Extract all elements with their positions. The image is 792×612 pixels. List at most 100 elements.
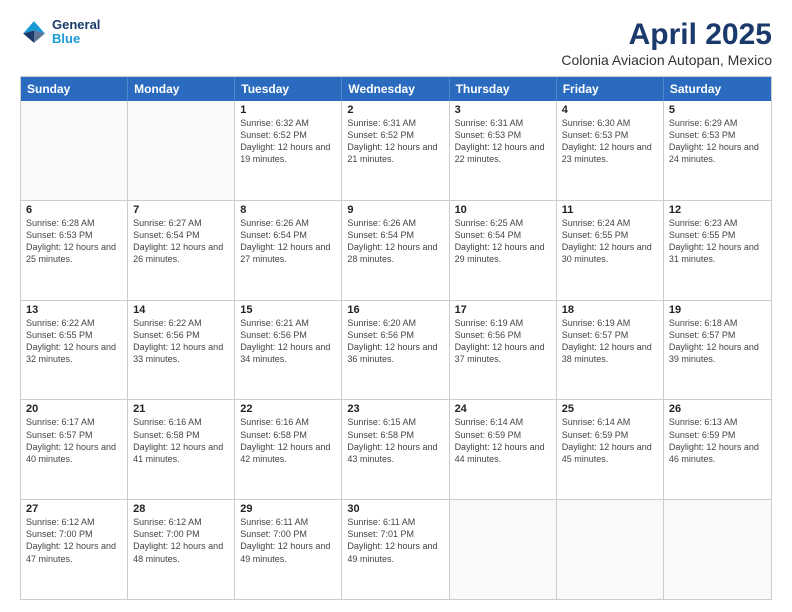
calendar-row: 1Sunrise: 6:32 AM Sunset: 6:52 PM Daylig… xyxy=(21,101,771,201)
day-number: 15 xyxy=(240,304,336,316)
calendar-cell: 8Sunrise: 6:26 AM Sunset: 6:54 PM Daylig… xyxy=(235,201,342,300)
day-info: Sunrise: 6:29 AM Sunset: 6:53 PM Dayligh… xyxy=(669,117,766,166)
day-info: Sunrise: 6:18 AM Sunset: 6:57 PM Dayligh… xyxy=(669,317,766,366)
logo-icon xyxy=(20,18,48,46)
day-number: 22 xyxy=(240,403,336,415)
calendar-cell: 19Sunrise: 6:18 AM Sunset: 6:57 PM Dayli… xyxy=(664,301,771,400)
title-block: April 2025 Colonia Aviacion Autopan, Mex… xyxy=(561,18,772,68)
day-info: Sunrise: 6:19 AM Sunset: 6:56 PM Dayligh… xyxy=(455,317,551,366)
calendar-cell: 30Sunrise: 6:11 AM Sunset: 7:01 PM Dayli… xyxy=(342,500,449,599)
calendar-cell xyxy=(557,500,664,599)
day-info: Sunrise: 6:22 AM Sunset: 6:55 PM Dayligh… xyxy=(26,317,122,366)
calendar-cell: 7Sunrise: 6:27 AM Sunset: 6:54 PM Daylig… xyxy=(128,201,235,300)
calendar-row: 20Sunrise: 6:17 AM Sunset: 6:57 PM Dayli… xyxy=(21,400,771,500)
day-info: Sunrise: 6:12 AM Sunset: 7:00 PM Dayligh… xyxy=(133,516,229,565)
calendar-cell: 14Sunrise: 6:22 AM Sunset: 6:56 PM Dayli… xyxy=(128,301,235,400)
calendar-cell: 4Sunrise: 6:30 AM Sunset: 6:53 PM Daylig… xyxy=(557,101,664,200)
day-info: Sunrise: 6:31 AM Sunset: 6:53 PM Dayligh… xyxy=(455,117,551,166)
day-info: Sunrise: 6:12 AM Sunset: 7:00 PM Dayligh… xyxy=(26,516,122,565)
day-info: Sunrise: 6:13 AM Sunset: 6:59 PM Dayligh… xyxy=(669,416,766,465)
calendar-cell: 24Sunrise: 6:14 AM Sunset: 6:59 PM Dayli… xyxy=(450,400,557,499)
day-number: 1 xyxy=(240,104,336,116)
day-info: Sunrise: 6:30 AM Sunset: 6:53 PM Dayligh… xyxy=(562,117,658,166)
day-number: 5 xyxy=(669,104,766,116)
calendar-row: 27Sunrise: 6:12 AM Sunset: 7:00 PM Dayli… xyxy=(21,500,771,599)
weekday-header: Sunday xyxy=(21,77,128,101)
header: General Blue April 2025 Colonia Aviacion… xyxy=(20,18,772,68)
day-number: 10 xyxy=(455,204,551,216)
weekday-header: Tuesday xyxy=(235,77,342,101)
day-info: Sunrise: 6:26 AM Sunset: 6:54 PM Dayligh… xyxy=(347,217,443,266)
calendar-cell: 23Sunrise: 6:15 AM Sunset: 6:58 PM Dayli… xyxy=(342,400,449,499)
day-info: Sunrise: 6:22 AM Sunset: 6:56 PM Dayligh… xyxy=(133,317,229,366)
day-info: Sunrise: 6:16 AM Sunset: 6:58 PM Dayligh… xyxy=(133,416,229,465)
day-number: 20 xyxy=(26,403,122,415)
calendar-cell: 20Sunrise: 6:17 AM Sunset: 6:57 PM Dayli… xyxy=(21,400,128,499)
day-number: 21 xyxy=(133,403,229,415)
day-number: 9 xyxy=(347,204,443,216)
logo-line1: General xyxy=(52,18,100,32)
calendar-cell: 22Sunrise: 6:16 AM Sunset: 6:58 PM Dayli… xyxy=(235,400,342,499)
calendar-row: 13Sunrise: 6:22 AM Sunset: 6:55 PM Dayli… xyxy=(21,301,771,401)
logo-text: General Blue xyxy=(52,18,100,47)
calendar-cell: 10Sunrise: 6:25 AM Sunset: 6:54 PM Dayli… xyxy=(450,201,557,300)
day-number: 7 xyxy=(133,204,229,216)
page: General Blue April 2025 Colonia Aviacion… xyxy=(0,0,792,612)
day-info: Sunrise: 6:32 AM Sunset: 6:52 PM Dayligh… xyxy=(240,117,336,166)
calendar: SundayMondayTuesdayWednesdayThursdayFrid… xyxy=(20,76,772,600)
weekday-header: Saturday xyxy=(664,77,771,101)
calendar-cell xyxy=(664,500,771,599)
day-info: Sunrise: 6:23 AM Sunset: 6:55 PM Dayligh… xyxy=(669,217,766,266)
weekday-header: Monday xyxy=(128,77,235,101)
day-info: Sunrise: 6:25 AM Sunset: 6:54 PM Dayligh… xyxy=(455,217,551,266)
day-number: 29 xyxy=(240,503,336,515)
calendar-cell: 26Sunrise: 6:13 AM Sunset: 6:59 PM Dayli… xyxy=(664,400,771,499)
day-number: 30 xyxy=(347,503,443,515)
day-number: 23 xyxy=(347,403,443,415)
calendar-cell: 12Sunrise: 6:23 AM Sunset: 6:55 PM Dayli… xyxy=(664,201,771,300)
calendar-cell: 28Sunrise: 6:12 AM Sunset: 7:00 PM Dayli… xyxy=(128,500,235,599)
day-info: Sunrise: 6:27 AM Sunset: 6:54 PM Dayligh… xyxy=(133,217,229,266)
day-number: 3 xyxy=(455,104,551,116)
day-number: 24 xyxy=(455,403,551,415)
calendar-cell: 13Sunrise: 6:22 AM Sunset: 6:55 PM Dayli… xyxy=(21,301,128,400)
calendar-cell: 16Sunrise: 6:20 AM Sunset: 6:56 PM Dayli… xyxy=(342,301,449,400)
calendar-cell: 9Sunrise: 6:26 AM Sunset: 6:54 PM Daylig… xyxy=(342,201,449,300)
day-info: Sunrise: 6:20 AM Sunset: 6:56 PM Dayligh… xyxy=(347,317,443,366)
day-number: 25 xyxy=(562,403,658,415)
calendar-row: 6Sunrise: 6:28 AM Sunset: 6:53 PM Daylig… xyxy=(21,201,771,301)
day-info: Sunrise: 6:11 AM Sunset: 7:00 PM Dayligh… xyxy=(240,516,336,565)
calendar-cell: 25Sunrise: 6:14 AM Sunset: 6:59 PM Dayli… xyxy=(557,400,664,499)
day-number: 6 xyxy=(26,204,122,216)
calendar-cell: 1Sunrise: 6:32 AM Sunset: 6:52 PM Daylig… xyxy=(235,101,342,200)
day-number: 26 xyxy=(669,403,766,415)
calendar-cell: 21Sunrise: 6:16 AM Sunset: 6:58 PM Dayli… xyxy=(128,400,235,499)
logo: General Blue xyxy=(20,18,100,47)
day-number: 28 xyxy=(133,503,229,515)
calendar-cell: 27Sunrise: 6:12 AM Sunset: 7:00 PM Dayli… xyxy=(21,500,128,599)
day-number: 14 xyxy=(133,304,229,316)
logo-line2: Blue xyxy=(52,32,100,46)
day-number: 4 xyxy=(562,104,658,116)
weekday-header: Thursday xyxy=(450,77,557,101)
calendar-cell: 18Sunrise: 6:19 AM Sunset: 6:57 PM Dayli… xyxy=(557,301,664,400)
calendar-cell: 29Sunrise: 6:11 AM Sunset: 7:00 PM Dayli… xyxy=(235,500,342,599)
calendar-cell: 3Sunrise: 6:31 AM Sunset: 6:53 PM Daylig… xyxy=(450,101,557,200)
day-info: Sunrise: 6:17 AM Sunset: 6:57 PM Dayligh… xyxy=(26,416,122,465)
calendar-cell: 2Sunrise: 6:31 AM Sunset: 6:52 PM Daylig… xyxy=(342,101,449,200)
day-info: Sunrise: 6:21 AM Sunset: 6:56 PM Dayligh… xyxy=(240,317,336,366)
calendar-cell xyxy=(21,101,128,200)
calendar-cell: 11Sunrise: 6:24 AM Sunset: 6:55 PM Dayli… xyxy=(557,201,664,300)
calendar-body: 1Sunrise: 6:32 AM Sunset: 6:52 PM Daylig… xyxy=(21,101,771,599)
day-info: Sunrise: 6:15 AM Sunset: 6:58 PM Dayligh… xyxy=(347,416,443,465)
day-number: 2 xyxy=(347,104,443,116)
calendar-cell xyxy=(450,500,557,599)
calendar-title: April 2025 xyxy=(561,18,772,52)
calendar-cell xyxy=(128,101,235,200)
day-info: Sunrise: 6:26 AM Sunset: 6:54 PM Dayligh… xyxy=(240,217,336,266)
day-info: Sunrise: 6:24 AM Sunset: 6:55 PM Dayligh… xyxy=(562,217,658,266)
calendar-cell: 17Sunrise: 6:19 AM Sunset: 6:56 PM Dayli… xyxy=(450,301,557,400)
weekday-header: Wednesday xyxy=(342,77,449,101)
day-number: 13 xyxy=(26,304,122,316)
day-number: 16 xyxy=(347,304,443,316)
